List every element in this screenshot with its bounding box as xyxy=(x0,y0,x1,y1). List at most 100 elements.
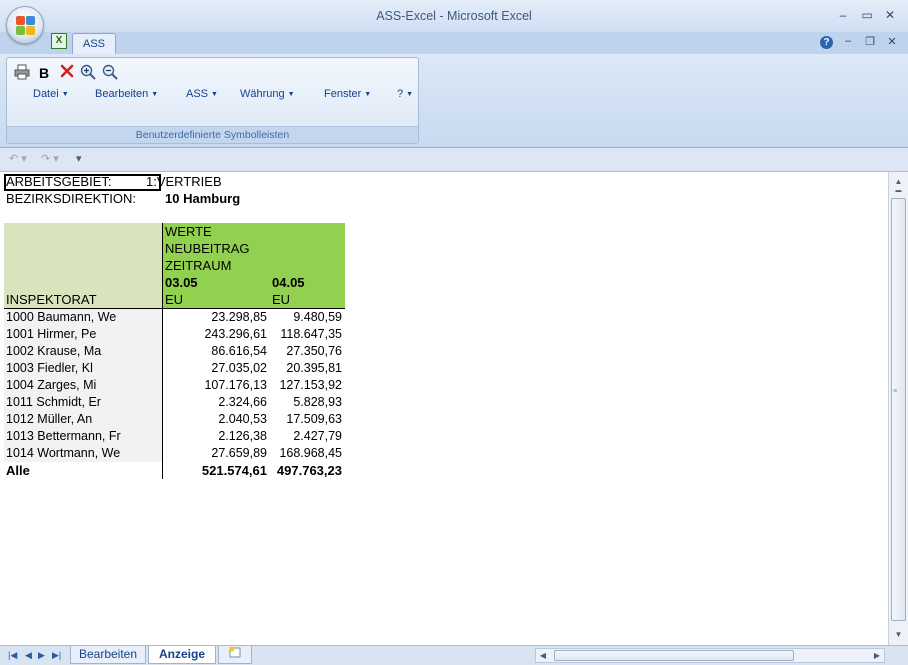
menu-ass[interactable]: ASS ▼ xyxy=(186,88,218,100)
row-name: 1001 Hirmer, Pe xyxy=(6,327,97,341)
sheet-tab-anzeige[interactable]: Anzeige xyxy=(148,646,216,664)
menu-bearbeiten[interactable]: Bearbeiten ▼ xyxy=(95,88,158,100)
arbeitsgebiet-value: 1:VERTRIEB xyxy=(146,174,222,189)
worksheet[interactable]: ARBEITSGEBIET: 1:VERTRIEB BEZIRKSDIREKTI… xyxy=(0,172,888,645)
row-value-2: 127.153,92 xyxy=(279,378,342,392)
chevron-down-icon: ▼ xyxy=(61,91,69,98)
vertical-scroll-thumb[interactable] xyxy=(891,198,906,621)
undo-icon[interactable]: ↶ ▾ xyxy=(9,152,27,165)
zoom-out-icon[interactable] xyxy=(101,64,119,82)
pivot-zeitraum: ZEITRAUM xyxy=(165,258,232,273)
pivot-row-header: INSPEKTORAT xyxy=(6,292,97,307)
pivot-unit1: EU xyxy=(165,292,184,307)
menu-label: Bearbeiten xyxy=(95,88,149,100)
tab-ass[interactable]: ASS xyxy=(72,33,116,55)
office-button[interactable] xyxy=(6,6,44,44)
table-row: 1014 Wortmann, We 27.659,89 168.968,45 xyxy=(4,445,345,462)
chevron-down-icon: ▼ xyxy=(151,91,159,98)
scroll-down-icon[interactable]: ▼ xyxy=(891,628,906,642)
sheet-tab-bar: |◀ ◀ ▶ ▶| Bearbeiten Anzeige ◀ ▶ xyxy=(0,645,908,665)
row-value-2: 17.509,63 xyxy=(286,412,342,426)
office-logo-icon xyxy=(16,16,36,36)
split-handle-icon[interactable]: ▬ xyxy=(891,184,906,198)
row-name: 1013 Bettermann, Fr xyxy=(6,429,121,443)
bezirk-value: 10 Hamburg xyxy=(165,191,241,206)
customize-qat-icon[interactable]: ▾ xyxy=(76,152,82,165)
vertical-scrollbar[interactable]: ▲ ▬ ≡ ▼ xyxy=(888,172,908,645)
doc-restore-button[interactable]: ❐ xyxy=(861,35,879,48)
title-bar: ASS-Excel - Microsoft Excel – ▭ ✕ xyxy=(0,0,908,32)
row-value-2: 20.395,81 xyxy=(286,361,342,375)
maximize-button[interactable]: ▭ xyxy=(857,8,877,22)
close-button[interactable]: ✕ xyxy=(880,8,900,22)
row-name: 1011 Schmidt, Er xyxy=(6,395,101,409)
row-value-2: 27.350,76 xyxy=(286,344,342,358)
total-value-2: 497.763,23 xyxy=(276,463,342,478)
chevron-down-icon: ▼ xyxy=(406,91,414,98)
grip-icon: ≡ xyxy=(893,388,898,395)
scroll-left-icon[interactable]: ◀ xyxy=(536,649,550,662)
row-value-1: 23.298,85 xyxy=(211,310,267,324)
chevron-down-icon: ▼ xyxy=(211,91,218,98)
prev-sheet-icon[interactable]: ◀ xyxy=(25,650,32,661)
row-value-1: 243.296,61 xyxy=(204,327,267,341)
table-row: 1003 Fiedler, Kl 27.035,02 20.395,81 xyxy=(4,360,345,377)
menu-waehrung[interactable]: Währung ▼ xyxy=(240,88,295,100)
ribbon: B Datei ▼ Bearbeiten ▼ ASS ▼ Währung ▼ Fenst… xyxy=(0,54,908,148)
pivot-unit2: EU xyxy=(272,292,291,307)
row-value-1: 27.659,89 xyxy=(211,446,267,460)
minimize-button[interactable]: – xyxy=(833,8,853,22)
row-value-1: 86.616,54 xyxy=(211,344,267,358)
pivot-col2: 04.05 xyxy=(272,275,305,290)
ribbon-tab-row: X ASS ? – ❐ ✕ xyxy=(0,32,908,55)
row-value-2: 9.480,59 xyxy=(293,310,342,324)
menu-label: Datei xyxy=(33,88,59,100)
bold-icon[interactable]: B xyxy=(35,64,53,82)
excel-sheet-icon[interactable]: X xyxy=(51,33,67,49)
row-value-1: 2.126,38 xyxy=(218,429,267,443)
menu-label: ASS xyxy=(186,88,209,100)
row-value-2: 168.968,45 xyxy=(279,446,342,460)
zoom-in-icon[interactable] xyxy=(79,64,97,82)
sheet-tab-bearbeiten[interactable]: Bearbeiten xyxy=(70,646,146,664)
next-sheet-icon[interactable]: ▶ xyxy=(38,650,45,661)
group-caption: Benutzerdefinierte Symbolleisten xyxy=(7,126,418,143)
row-name: 1002 Krause, Ma xyxy=(6,344,102,358)
table-row: 1013 Bettermann, Fr 2.126,38 2.427,79 xyxy=(4,428,345,445)
menu-label: ? xyxy=(397,88,404,100)
custom-toolbars-group: B Datei ▼ Bearbeiten ▼ ASS ▼ Währung ▼ Fenst… xyxy=(6,57,419,144)
table-row: 1001 Hirmer, Pe 243.296,61 118.647,35 xyxy=(4,326,345,343)
help-icon[interactable]: ? xyxy=(820,36,833,49)
horizontal-scroll-thumb[interactable] xyxy=(554,650,794,661)
table-row: 1004 Zarges, Mi 107.176,13 127.153,92 xyxy=(4,377,345,394)
menu-datei[interactable]: Datei ▼ xyxy=(33,88,69,100)
menu-fenster[interactable]: Fenster ▼ xyxy=(324,88,371,100)
row-value-2: 2.427,79 xyxy=(293,429,342,443)
first-sheet-icon[interactable]: |◀ xyxy=(8,650,17,661)
insert-sheet-icon[interactable] xyxy=(218,646,252,664)
row-value-2: 5.828,93 xyxy=(293,395,342,409)
row-name: 1014 Wortmann, We xyxy=(6,446,121,460)
pivot-neubeitrag: NEUBEITRAG xyxy=(165,241,250,256)
row-value-1: 107.176,13 xyxy=(204,378,267,392)
menu-help[interactable]: ? ▼ xyxy=(397,88,413,100)
print-icon[interactable] xyxy=(13,64,31,82)
pivot-col1: 03.05 xyxy=(165,275,198,290)
last-sheet-icon[interactable]: ▶| xyxy=(52,650,61,661)
total-value-1: 521.574,61 xyxy=(201,463,267,478)
total-row: Alle 521.574,61 497.763,23 xyxy=(4,462,345,479)
delete-x-icon[interactable] xyxy=(58,64,76,82)
table-row: 1002 Krause, Ma 86.616,54 27.350,76 xyxy=(4,343,345,360)
row-name: 1012 Müller, An xyxy=(6,412,93,426)
quick-access-toolbar: ↶ ▾ ↷ ▾ ▾ xyxy=(0,148,908,172)
table-row: 1011 Schmidt, Er 2.324,66 5.828,93 xyxy=(4,394,345,411)
arbeitsgebiet-label: ARBEITSGEBIET: xyxy=(6,174,112,189)
horizontal-scrollbar[interactable]: ◀ ▶ xyxy=(535,648,885,663)
doc-minimize-button[interactable]: – xyxy=(839,35,857,47)
scroll-right-icon[interactable]: ▶ xyxy=(870,649,884,662)
redo-icon[interactable]: ↷ ▾ xyxy=(41,152,59,165)
table-row: 1000 Baumann, We 23.298,85 9.480,59 xyxy=(4,309,345,326)
row-value-2: 118.647,35 xyxy=(280,327,342,341)
doc-close-button[interactable]: ✕ xyxy=(883,35,901,48)
row-name: 1003 Fiedler, Kl xyxy=(6,361,93,375)
